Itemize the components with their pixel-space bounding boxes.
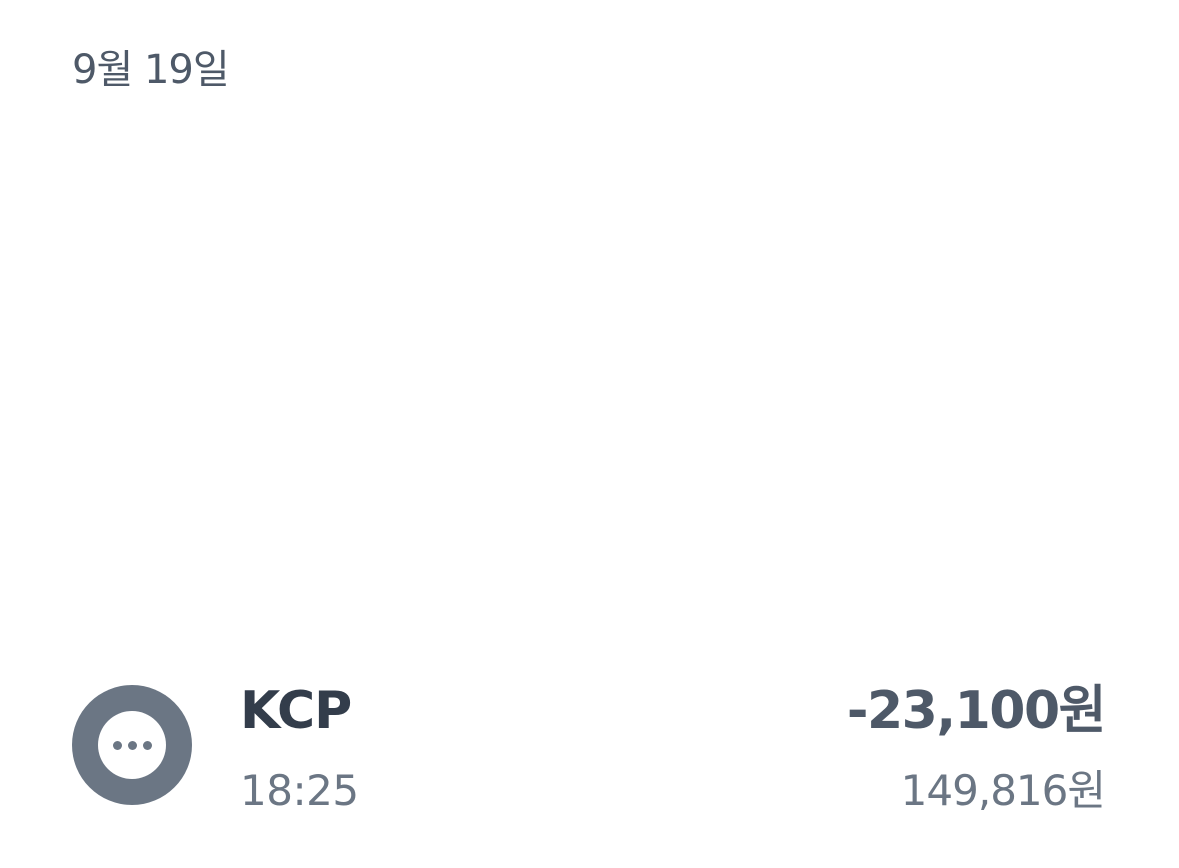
balance-after: 149,816원 bbox=[900, 766, 1106, 815]
transaction-time: 18:25 bbox=[240, 766, 359, 815]
transaction-amount: -23,100원 bbox=[846, 681, 1107, 741]
date-header: 9월 19일 bbox=[72, 47, 230, 93]
merchant-avatar bbox=[72, 685, 192, 805]
merchant-name: KCP bbox=[240, 681, 352, 741]
transaction-row[interactable]: KCP 18:25 -23,100원 149,816원 bbox=[0, 670, 1179, 830]
more-dots-icon bbox=[98, 711, 166, 779]
